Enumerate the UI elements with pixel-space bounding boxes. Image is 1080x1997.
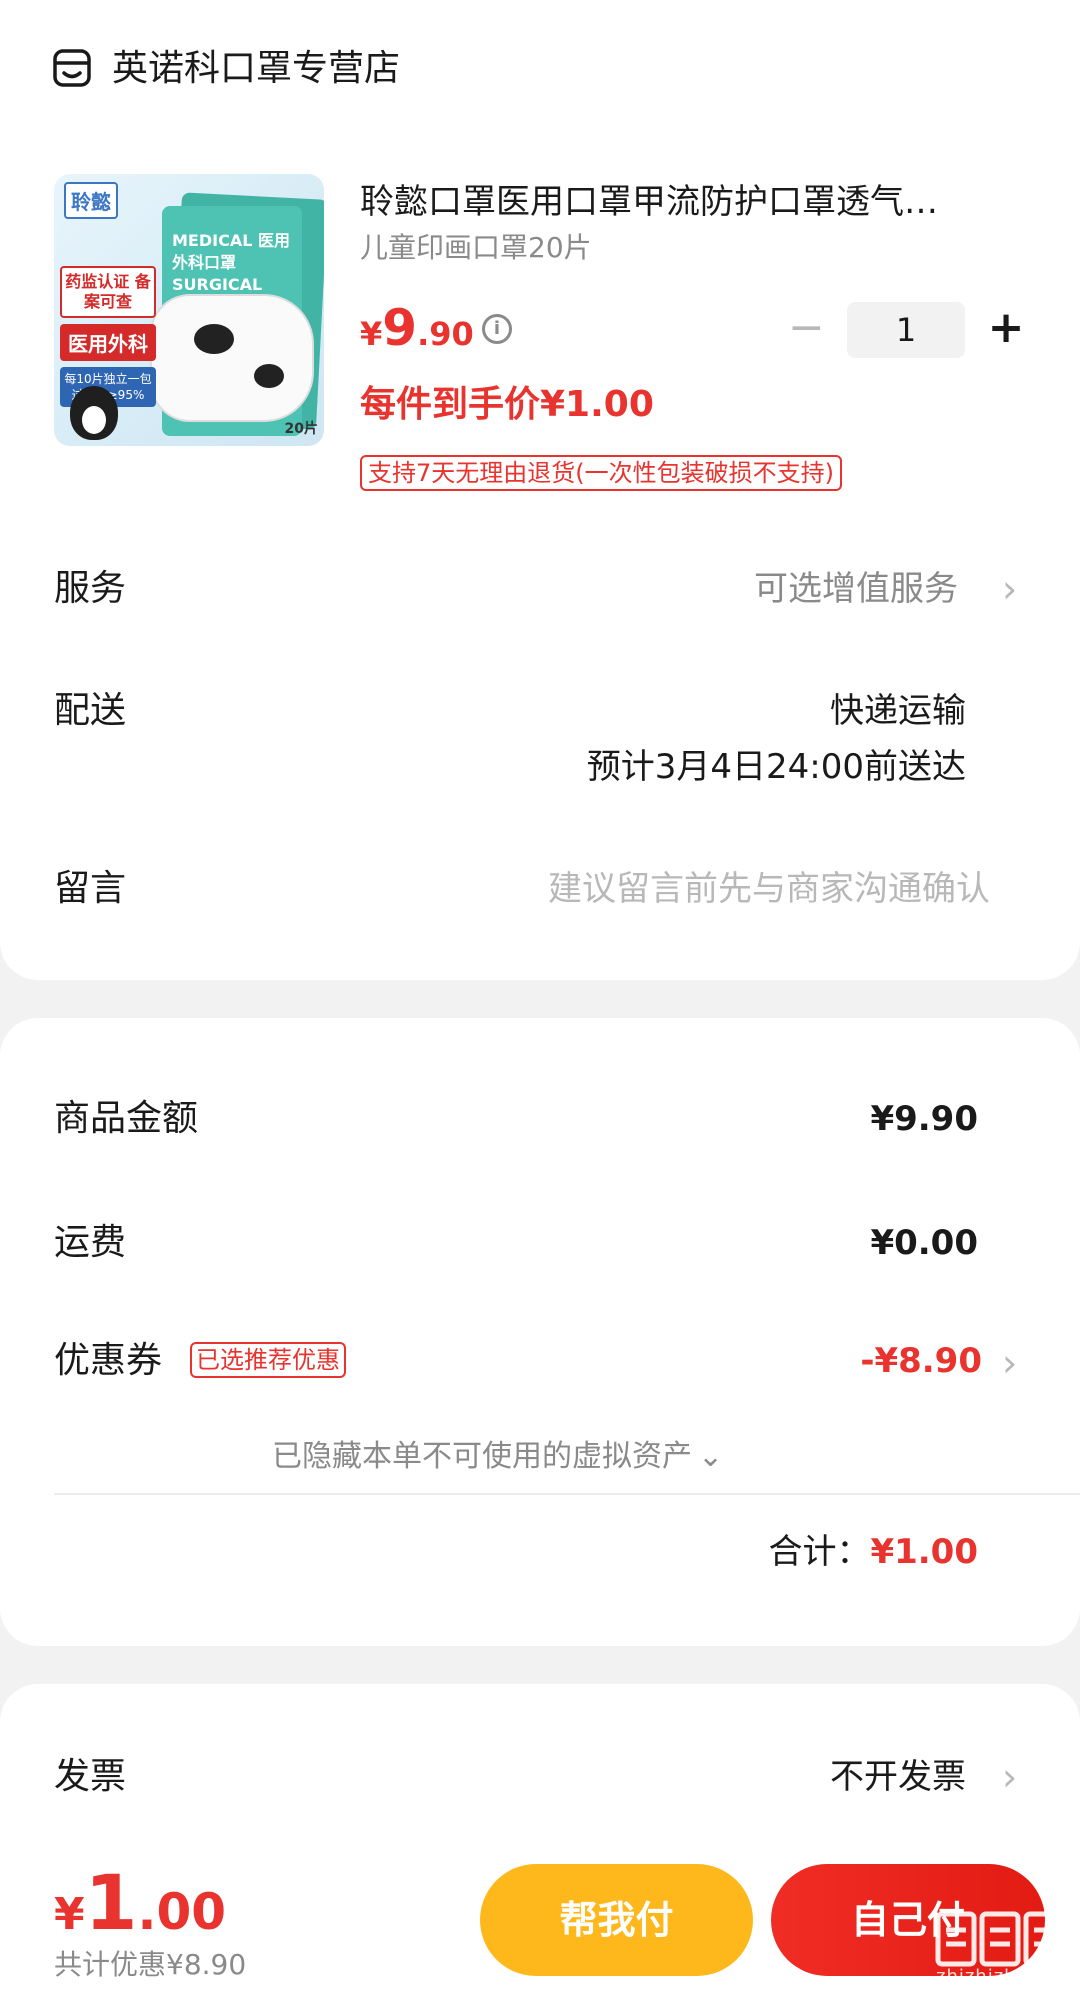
- delivery-label: 配送: [54, 690, 127, 731]
- cow-spot: [194, 324, 234, 354]
- price-decimal: .90: [417, 315, 474, 353]
- message-label: 留言: [54, 868, 127, 909]
- product-tags: 药监认证 备案可查 医用外科 每10片独立一包 过滤率≥95%: [60, 266, 156, 407]
- chevron-down-icon: ⌄: [698, 1439, 724, 1474]
- total-discount: 共计优惠¥8.90: [54, 1948, 247, 1981]
- increase-quantity-button[interactable]: +: [985, 306, 1027, 350]
- price-currency: ¥: [360, 315, 383, 353]
- shop-name[interactable]: 英诺科口罩专营店: [112, 44, 400, 94]
- message-input[interactable]: 建议留言前先与商家沟通确认: [548, 864, 990, 914]
- penguin-mascot-icon: [70, 386, 118, 440]
- decrease-quantity-button[interactable]: −: [788, 306, 825, 350]
- info-icon[interactable]: i: [482, 314, 512, 344]
- product-title[interactable]: 聆懿口罩医用口罩甲流防护口罩透气…: [360, 178, 1020, 226]
- product-pack-count: 20片: [284, 421, 318, 437]
- divider: [54, 1493, 1080, 1495]
- price-integer: 9: [382, 299, 418, 357]
- product-mask-shape: [150, 294, 314, 422]
- shop-icon: [53, 49, 91, 87]
- delivery-method: 快递运输: [830, 691, 966, 731]
- hand-price: 每件到手价¥1.00: [360, 384, 654, 425]
- goods-amount-label: 商品金额: [54, 1098, 199, 1139]
- help-pay-button[interactable]: 帮我付: [480, 1864, 753, 1976]
- coupon-label: 优惠券: [54, 1340, 163, 1381]
- total-decimal: .00: [137, 1883, 227, 1941]
- chevron-right-icon[interactable]: ›: [1002, 1752, 1017, 1802]
- total-row: 合计：¥1.00: [768, 1528, 978, 1576]
- delivery-estimate: 预计3月4日24:00前送达: [586, 747, 966, 787]
- chevron-right-icon[interactable]: ›: [1002, 1338, 1017, 1388]
- product-price: ¥9.90: [360, 298, 474, 370]
- chevron-right-icon[interactable]: ›: [1002, 564, 1017, 614]
- product-brand-logo: 聆懿: [64, 182, 118, 219]
- recommended-discount-badge: 已选推荐优惠: [190, 1342, 346, 1378]
- goods-amount-value: ¥9.90: [870, 1099, 978, 1139]
- product-image[interactable]: MEDICAL 医用外科口罩 SURGICAL MASK 聆懿 药监认证 备案可…: [54, 174, 324, 446]
- service-value[interactable]: 可选增值服务: [754, 564, 958, 614]
- cow-spot: [254, 364, 284, 388]
- shipping-label: 运费: [54, 1222, 127, 1263]
- product-tag-medical: 医用外科: [60, 324, 156, 361]
- coupon-value[interactable]: -¥8.90: [860, 1336, 982, 1386]
- product-spec[interactable]: 儿童印画口罩20片: [360, 228, 592, 268]
- invoice-label: 发票: [54, 1756, 127, 1797]
- hidden-assets-text: 已隐藏本单不可使用的虚拟资产: [272, 1439, 692, 1474]
- quantity-input[interactable]: 1: [847, 302, 965, 358]
- product-tag-certified: 药监认证 备案可查: [60, 266, 156, 318]
- watermark-text: zhizhizhi.com: [936, 1966, 1071, 1987]
- invoice-value[interactable]: 不开发票: [830, 1752, 966, 1802]
- total-integer: 1: [84, 1858, 138, 1947]
- hidden-assets-toggle[interactable]: 已隐藏本单不可使用的虚拟资产 ⌄: [272, 1434, 723, 1480]
- service-label: 服务: [54, 568, 127, 609]
- total-currency: ¥: [54, 1889, 85, 1940]
- total-label: 合计：: [768, 1532, 871, 1572]
- shipping-value: ¥0.00: [870, 1223, 978, 1263]
- return-policy-badge: 支持7天无理由退货(一次性包装破损不支持): [360, 455, 842, 491]
- total-value: ¥1.00: [870, 1532, 978, 1572]
